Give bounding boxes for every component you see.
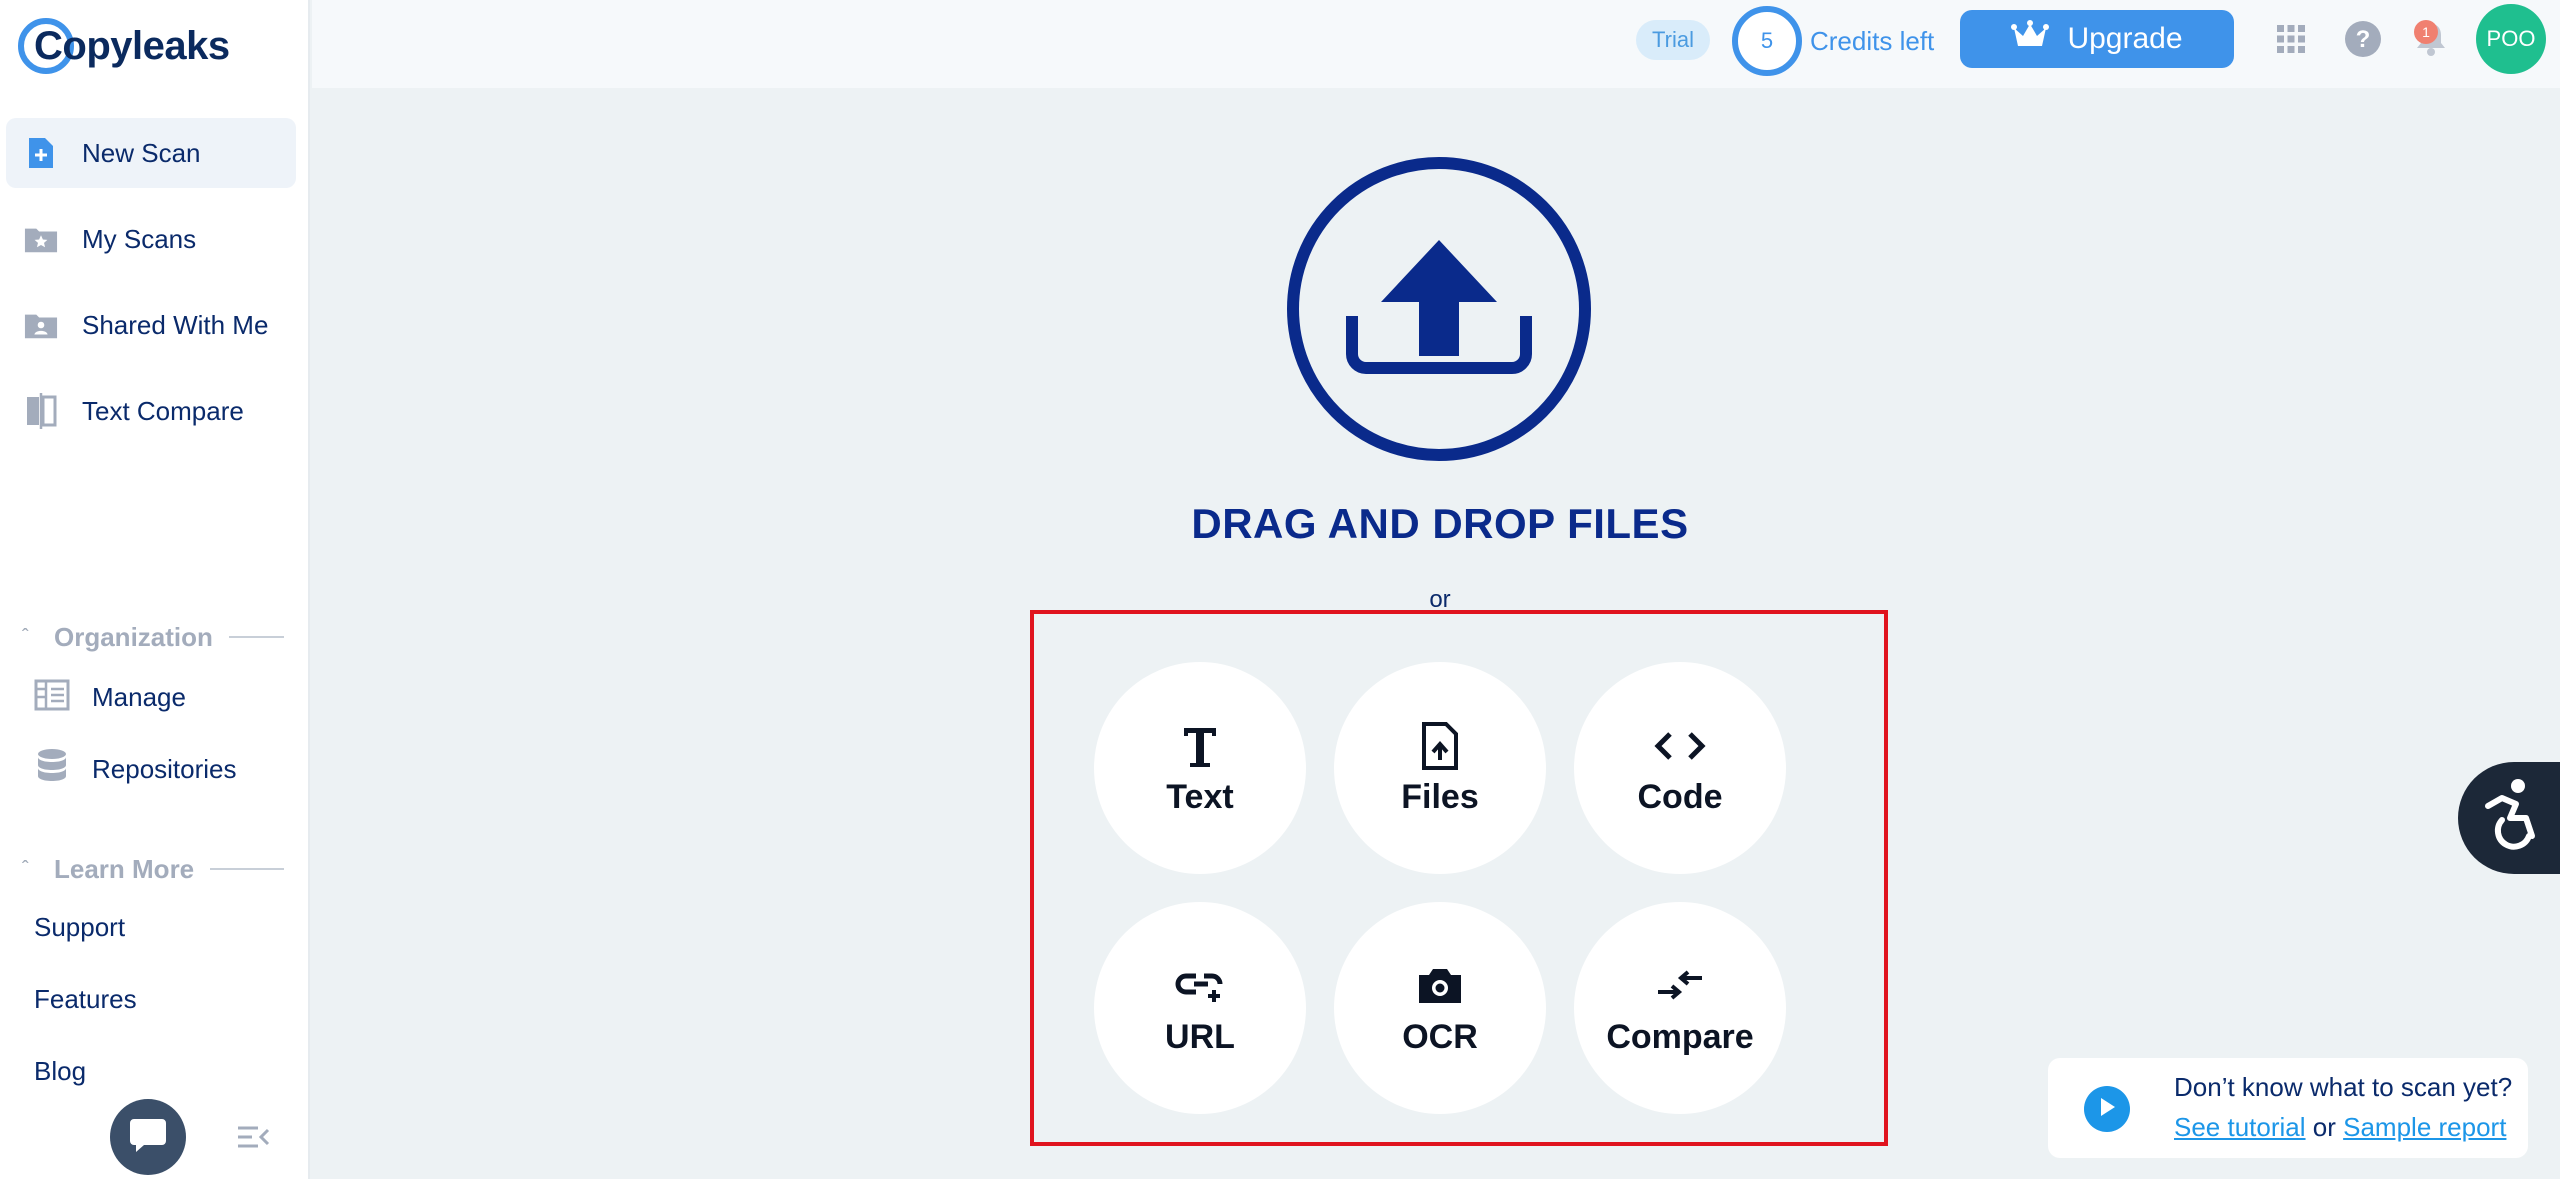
folder-user-icon bbox=[24, 308, 58, 342]
grid-icon bbox=[2275, 23, 2307, 60]
credits-counter[interactable]: 5 bbox=[1732, 6, 1802, 76]
help-links: See tutorial or Sample report bbox=[2174, 1112, 2506, 1143]
sidebar-item-manage[interactable]: Manage bbox=[34, 672, 186, 722]
database-icon bbox=[34, 747, 70, 792]
sidebar-item-label: Repositories bbox=[92, 753, 237, 784]
section-title: Organization bbox=[54, 621, 213, 652]
help-question: Don’t know what to scan yet? bbox=[2174, 1072, 2513, 1102]
compare-doc-icon bbox=[24, 393, 58, 429]
play-icon bbox=[2097, 1096, 2117, 1123]
crown-icon bbox=[2011, 20, 2050, 58]
notification-count-badge: 1 bbox=[2414, 20, 2438, 44]
scan-option-ocr[interactable]: OCR bbox=[1334, 902, 1546, 1114]
apps-grid-button[interactable] bbox=[2270, 20, 2312, 62]
collapse-sidebar-button[interactable] bbox=[236, 1122, 270, 1152]
svg-text:?: ? bbox=[2356, 26, 2371, 53]
scan-option-compare[interactable]: Compare bbox=[1574, 902, 1786, 1114]
chat-bubble-icon bbox=[128, 1115, 168, 1160]
sidebar-item-label: Shared With Me bbox=[82, 309, 269, 340]
link-icon bbox=[1174, 960, 1226, 1012]
upload-cloud-icon[interactable] bbox=[1286, 156, 1592, 462]
option-label: OCR bbox=[1402, 1017, 1478, 1056]
manage-icon bbox=[34, 679, 70, 716]
sidebar-item-shared-with-me[interactable]: Shared With Me bbox=[6, 290, 296, 360]
chevron-up-icon: ˆ bbox=[22, 625, 29, 648]
scan-option-code[interactable]: Code bbox=[1574, 662, 1786, 874]
user-avatar[interactable]: POO bbox=[2476, 4, 2546, 74]
accessibility-icon bbox=[2480, 776, 2546, 861]
section-title: Learn More bbox=[54, 853, 195, 884]
sidebar-item-repositories[interactable]: Repositories bbox=[34, 744, 237, 794]
features-link[interactable]: Features bbox=[34, 984, 137, 1015]
compare-arrows-icon bbox=[1654, 960, 1706, 1012]
code-icon bbox=[1654, 720, 1706, 772]
folder-star-icon bbox=[24, 222, 58, 256]
see-tutorial-link[interactable]: See tutorial bbox=[2174, 1112, 2306, 1142]
sidebar: Copyleaks New Scan My Scans Shared With … bbox=[0, 0, 310, 1179]
sidebar-item-text-compare[interactable]: Text Compare bbox=[6, 376, 296, 446]
help-button[interactable]: ? bbox=[2342, 20, 2384, 62]
divider bbox=[210, 868, 284, 870]
option-label: URL bbox=[1165, 1017, 1235, 1056]
logo-text: Copyleaks bbox=[34, 23, 230, 68]
play-tutorial-button[interactable] bbox=[2084, 1086, 2130, 1132]
upgrade-button[interactable]: Upgrade bbox=[1960, 10, 2234, 68]
support-link[interactable]: Support bbox=[34, 912, 125, 943]
sidebar-item-label: My Scans bbox=[82, 223, 197, 254]
sample-report-link[interactable]: Sample report bbox=[2343, 1112, 2506, 1142]
new-scan-icon bbox=[24, 136, 58, 170]
text-icon bbox=[1182, 720, 1218, 772]
tutorial-help-card: Don’t know what to scan yet? See tutoria… bbox=[2048, 1058, 2528, 1158]
copyleaks-logo[interactable]: Copyleaks bbox=[18, 16, 230, 76]
sidebar-item-new-scan[interactable]: New Scan bbox=[6, 118, 296, 188]
organization-section-toggle[interactable]: ˆ Organization bbox=[22, 620, 284, 654]
learn-more-section-toggle[interactable]: ˆ Learn More bbox=[22, 852, 284, 886]
blog-link[interactable]: Blog bbox=[34, 1056, 86, 1087]
help-icon: ? bbox=[2344, 20, 2382, 63]
sidebar-item-my-scans[interactable]: My Scans bbox=[6, 204, 296, 274]
file-upload-icon bbox=[1420, 720, 1460, 772]
upgrade-label: Upgrade bbox=[2067, 22, 2183, 55]
option-label: Compare bbox=[1606, 1017, 1754, 1056]
camera-icon bbox=[1415, 960, 1465, 1012]
scan-option-url[interactable]: URL bbox=[1094, 902, 1306, 1114]
chevron-up-icon: ˆ bbox=[22, 857, 29, 880]
chat-button[interactable] bbox=[110, 1099, 186, 1175]
trial-badge: Trial bbox=[1636, 20, 1710, 60]
divider bbox=[228, 636, 284, 638]
sidebar-item-label: New Scan bbox=[82, 137, 201, 168]
accessibility-button[interactable] bbox=[2458, 762, 2560, 874]
option-label: Code bbox=[1637, 777, 1723, 816]
drag-drop-title: DRAG AND DROP FILES bbox=[1191, 500, 1689, 547]
collapse-menu-icon bbox=[236, 1126, 270, 1156]
scan-option-files[interactable]: Files bbox=[1334, 662, 1546, 874]
sidebar-item-label: Manage bbox=[92, 681, 186, 712]
or-word: or bbox=[2312, 1112, 2336, 1142]
scan-option-text[interactable]: Text bbox=[1094, 662, 1306, 874]
sidebar-item-label: Text Compare bbox=[82, 395, 244, 426]
option-label: Text bbox=[1166, 777, 1234, 816]
credits-label[interactable]: Credits left bbox=[1810, 26, 1934, 57]
option-label: Files bbox=[1401, 777, 1479, 816]
